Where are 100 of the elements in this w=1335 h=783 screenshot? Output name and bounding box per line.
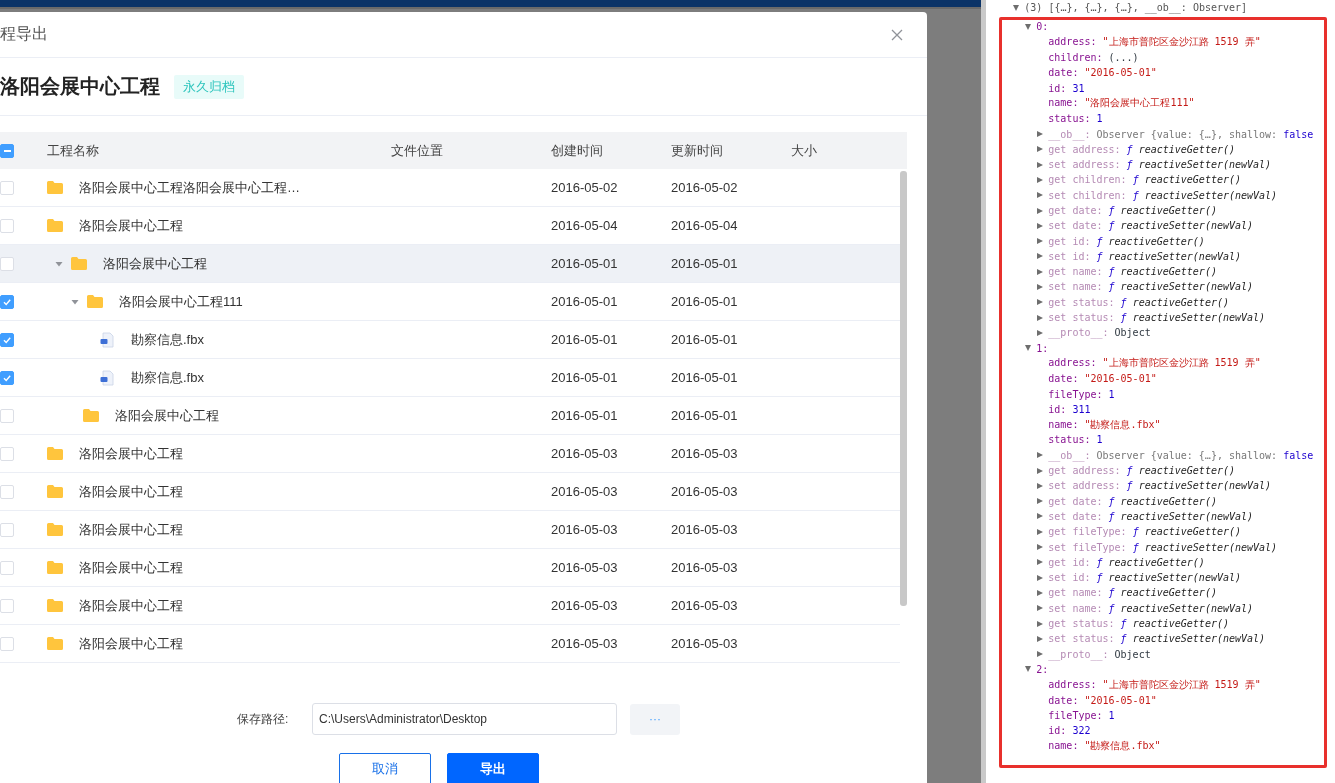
console-entry: status: 1: [1048, 434, 1103, 446]
table-cell-text: 2016-05-04: [551, 218, 619, 233]
table-cell-text: 2016-05-03: [671, 598, 739, 613]
save-path-field[interactable]: C:\Users\Administrator\Desktop: [312, 703, 617, 735]
expand-caret-icon[interactable]: [1036, 160, 1045, 169]
console-entry: get date: ƒ reactiveGetter(): [1048, 495, 1217, 507]
table-cell-text: 2016-05-01: [551, 408, 619, 423]
select-all-checkbox[interactable]: [0, 143, 14, 158]
project-title: 洛阳会展中心工程: [0, 74, 160, 99]
table-cell-text: 2016-05-03: [551, 598, 619, 613]
console-entry: get fileType: ƒ reactiveGetter(): [1048, 526, 1241, 538]
project-name: 洛阳会展中心工程: [79, 558, 183, 577]
expand-caret-icon[interactable]: [1036, 634, 1045, 643]
console-entry: set id: ƒ reactiveSetter(newVal): [1048, 572, 1241, 584]
expand-caret-icon[interactable]: [1036, 543, 1045, 552]
folder-icon: [87, 295, 103, 308]
table-cell-text: 2016-05-01: [671, 256, 739, 271]
console-entry: get status: ƒ reactiveGetter(): [1048, 296, 1229, 308]
console-entry: get address: ƒ reactiveGetter(): [1048, 143, 1235, 155]
console-entry: get status: ƒ reactiveGetter(): [1048, 618, 1229, 629]
project-name: 洛阳会展中心工程: [79, 482, 183, 501]
project-name: 洛阳会展中心工程111: [119, 292, 243, 311]
expand-caret-icon[interactable]: [1036, 451, 1045, 460]
console-entry: __ob__: Observer {value: {…}, shallow: false: [1048, 128, 1314, 140]
document-icon: [99, 369, 115, 386]
console-entry: __proto__: Object: [1048, 327, 1151, 339]
column-header: 工程名称: [47, 141, 100, 160]
expand-caret-icon[interactable]: [1036, 252, 1045, 261]
expand-caret-icon[interactable]: [1036, 221, 1045, 230]
scrollbar[interactable]: [900, 171, 907, 606]
table-cell-text: 2016-05-01: [671, 408, 739, 423]
expand-caret-icon[interactable]: [1036, 527, 1045, 536]
console-entry: set address: ƒ reactiveSetter(newVal): [1048, 480, 1272, 492]
console-entry: date: "2016-05-01": [1048, 373, 1157, 385]
expand-caret-icon[interactable]: [1036, 481, 1045, 490]
folder-icon: [47, 523, 63, 536]
expand-caret-icon[interactable]: [1036, 313, 1045, 322]
expand-caret-icon[interactable]: [1036, 512, 1045, 521]
console-entry: status: 1: [1048, 113, 1103, 125]
row-checkbox[interactable]: [0, 332, 14, 347]
expand-caret-icon[interactable]: [1036, 497, 1045, 506]
console-entry: name: "洛阳会展中心工程111": [1048, 96, 1195, 111]
expand-caret-icon[interactable]: [1012, 3, 1021, 12]
expand-caret-icon[interactable]: [1036, 328, 1045, 337]
expand-caret-icon[interactable]: [1036, 573, 1045, 582]
console-entry: fileType: 1: [1048, 709, 1115, 721]
folder-icon: [47, 181, 63, 194]
project-name: 洛阳会展中心工程: [79, 216, 183, 235]
console-entry: get name: ƒ reactiveGetter(): [1048, 587, 1217, 599]
expand-caret-icon[interactable]: [1036, 145, 1045, 154]
close-icon[interactable]: [891, 28, 903, 41]
expand-caret-icon[interactable]: [1024, 665, 1033, 674]
table-cell-text: 2016-05-04: [671, 218, 739, 233]
expand-caret-icon[interactable]: [1036, 283, 1045, 291]
expand-caret-icon[interactable]: [1036, 298, 1045, 307]
expand-caret-icon[interactable]: [1036, 191, 1045, 200]
archive-tag: 永久归档: [174, 74, 244, 99]
console-entry: 2:: [1036, 663, 1049, 675]
console-entry: id: 322: [1048, 725, 1091, 737]
console-entry: name: "勘察信息.fbx": [1048, 417, 1161, 432]
expand-caret-icon[interactable]: [1036, 175, 1045, 184]
expand-caret-icon[interactable]: [1036, 604, 1045, 613]
table-cell-text: 2016-05-02: [551, 180, 619, 195]
table-cell-text: 2016-05-03: [671, 522, 739, 537]
expand-caret-icon[interactable]: [1036, 619, 1045, 628]
row-checkbox[interactable]: [0, 294, 14, 309]
table-cell-text: 2016-05-01: [551, 294, 619, 309]
expand-caret-icon[interactable]: [1036, 130, 1045, 138]
cancel-button[interactable]: 取消: [339, 753, 431, 783]
project-name: 洛阳会展中心工程: [79, 520, 183, 539]
console-entry: set address: ƒ reactiveSetter(newVal): [1048, 159, 1272, 171]
row-checkbox[interactable]: [0, 370, 14, 385]
table-cell-text: 2016-05-02: [671, 180, 739, 195]
expand-caret-icon[interactable]: [1036, 237, 1045, 246]
console-entry: set fileType: ƒ reactiveSetter(newVal): [1048, 541, 1278, 553]
expand-caret-icon[interactable]: [1036, 650, 1045, 659]
console-entry: id: 311: [1048, 403, 1091, 415]
console-entry: get id: ƒ reactiveGetter(): [1048, 235, 1205, 247]
console-entry: set status: ƒ reactiveSetter(newVal): [1048, 633, 1266, 645]
table-row[interactable]: 洛阳会展中心工程 2016-05-01 2016-05-01: [0, 245, 900, 283]
expand-caret-icon[interactable]: [1024, 22, 1033, 31]
table-cell-text: 2016-05-03: [551, 522, 619, 537]
expand-caret-icon[interactable]: [1036, 206, 1045, 215]
table-cell-text: 2016-05-01: [551, 256, 619, 271]
export-button[interactable]: 导出: [447, 753, 539, 783]
expand-caret-icon[interactable]: [1036, 267, 1045, 276]
expand-caret-icon[interactable]: [1024, 344, 1033, 353]
column-header: 文件位置: [391, 141, 444, 160]
table-cell-text: 2016-05-03: [671, 484, 739, 499]
expand-caret-icon[interactable]: [1036, 466, 1045, 475]
project-name: 洛阳会展中心工程: [79, 596, 183, 615]
console-entry: get children: ƒ reactiveGetter(): [1048, 174, 1241, 186]
expand-caret-icon[interactable]: [71, 297, 79, 306]
expand-caret-icon[interactable]: [1036, 558, 1045, 567]
table-cell-text: 2016-05-01: [551, 332, 619, 347]
expand-caret-icon[interactable]: [1036, 588, 1045, 597]
console-entry: id: 31: [1048, 82, 1085, 94]
expand-caret-icon[interactable]: [55, 259, 63, 268]
console-entry: set date: ƒ reactiveSetter(newVal): [1048, 220, 1254, 232]
project-name: 洛阳会展中心工程: [115, 406, 219, 425]
